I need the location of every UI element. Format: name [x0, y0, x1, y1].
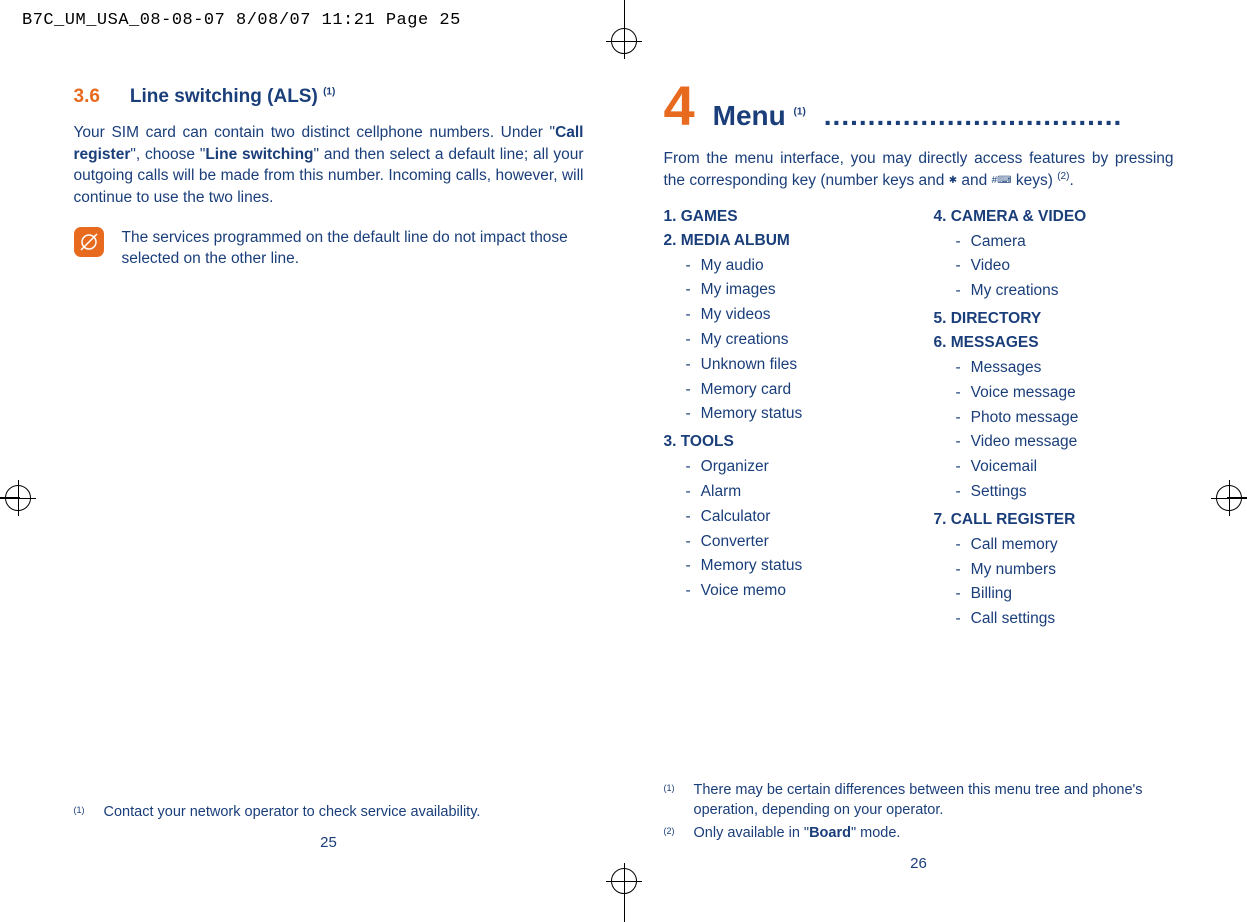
chapter-title: Menu (1) [713, 100, 806, 132]
footnote: (2) Only available in "Board" mode. [664, 823, 1174, 843]
footer-zone: (1) Contact your network operator to che… [64, 780, 1184, 872]
chapter-number: 4 [664, 78, 695, 134]
menu-item: Call memory [934, 533, 1174, 558]
footnote: (1) There may be certain differences bet… [664, 780, 1174, 821]
body-paragraph: Your SIM card can contain two distinct c… [74, 122, 584, 209]
menu-item: Unknown files [664, 353, 904, 378]
page-number-left: 25 [74, 834, 584, 851]
intro-paragraph: From the menu interface, you may directl… [664, 148, 1174, 192]
menu-item: My numbers [934, 558, 1174, 583]
menu-item: Organizer [664, 455, 904, 480]
menu-item: My creations [934, 279, 1174, 304]
menu-item: Memory status [664, 554, 904, 579]
menu-heading: 4. CAMERA & VIDEO [934, 208, 1174, 226]
chapter-heading: 4 Menu (1) .............................… [664, 78, 1174, 134]
note-icon [74, 227, 104, 257]
menu-item: Messages [934, 356, 1174, 381]
menu-item: Call settings [934, 607, 1174, 632]
menu-item: Camera [934, 230, 1174, 255]
footnote-number: (1) [74, 802, 92, 822]
section-number: 3.6 [74, 86, 100, 108]
menu-item: Photo message [934, 406, 1174, 431]
menu-heading: 6. MESSAGES [934, 334, 1174, 352]
registration-mark-bottom [611, 868, 637, 894]
chapter-superscript: (1) [794, 107, 806, 118]
menu-column-left: 1. GAMES 2. MEDIA ALBUM My audio My imag… [664, 202, 904, 632]
footer-right: (1) There may be certain differences bet… [624, 780, 1184, 872]
menu-heading: 1. GAMES [664, 208, 904, 226]
menu-item: Calculator [664, 505, 904, 530]
section-heading: 3.6 Line switching (ALS) (1) [74, 86, 584, 108]
footnotes-left: (1) Contact your network operator to che… [74, 802, 584, 822]
page-right: 4 Menu (1) .............................… [624, 86, 1184, 632]
section-title: Line switching (ALS) (1) [130, 86, 335, 108]
menu-item: Alarm [664, 480, 904, 505]
page-spread: 3.6 Line switching (ALS) (1) Your SIM ca… [64, 86, 1184, 632]
menu-heading: 7. CALL REGISTER [934, 511, 1174, 529]
hash-key-icon: #⌨ [992, 175, 1012, 186]
menu-item: My images [664, 278, 904, 303]
menu-heading: 2. MEDIA ALBUM [664, 232, 904, 250]
registration-mark-right [1216, 485, 1242, 511]
note-text: The services programmed on the default l… [122, 227, 584, 270]
menu-item: My audio [664, 254, 904, 279]
menu-columns: 1. GAMES 2. MEDIA ALBUM My audio My imag… [664, 202, 1174, 632]
footer-left: (1) Contact your network operator to che… [64, 780, 624, 872]
menu-item: Video message [934, 430, 1174, 455]
footnote-text: Contact your network operator to check s… [104, 802, 481, 822]
menu-item: Settings [934, 480, 1174, 505]
footnote: (1) Contact your network operator to che… [74, 802, 584, 822]
registration-mark-top [611, 28, 637, 54]
menu-item: Voicemail [934, 455, 1174, 480]
section-superscript: (1) [323, 87, 335, 98]
menu-item: My videos [664, 303, 904, 328]
page-number-right: 26 [664, 855, 1174, 872]
footnote-number: (1) [664, 780, 682, 821]
footnote-number: (2) [664, 823, 682, 843]
registration-mark-left [5, 485, 31, 511]
footnote-text: Only available in "Board" mode. [694, 823, 901, 843]
menu-item: Billing [934, 582, 1174, 607]
menu-item: Memory card [664, 378, 904, 403]
note-row: The services programmed on the default l… [74, 227, 584, 270]
menu-item: Converter [664, 530, 904, 555]
footnotes-right: (1) There may be certain differences bet… [664, 780, 1174, 843]
leader-dots: .................................. [824, 100, 1174, 132]
page-left: 3.6 Line switching (ALS) (1) Your SIM ca… [64, 86, 624, 632]
star-key-icon: ✱ [949, 175, 957, 186]
menu-item: Memory status [664, 402, 904, 427]
menu-item: Voice message [934, 381, 1174, 406]
menu-column-right: 4. CAMERA & VIDEO Camera Video My creati… [934, 202, 1174, 632]
menu-item: Video [934, 254, 1174, 279]
menu-heading: 5. DIRECTORY [934, 310, 1174, 328]
menu-item: My creations [664, 328, 904, 353]
menu-heading: 3. TOOLS [664, 433, 904, 451]
menu-item: Voice memo [664, 579, 904, 604]
footnote-text: There may be certain differences between… [694, 780, 1174, 821]
